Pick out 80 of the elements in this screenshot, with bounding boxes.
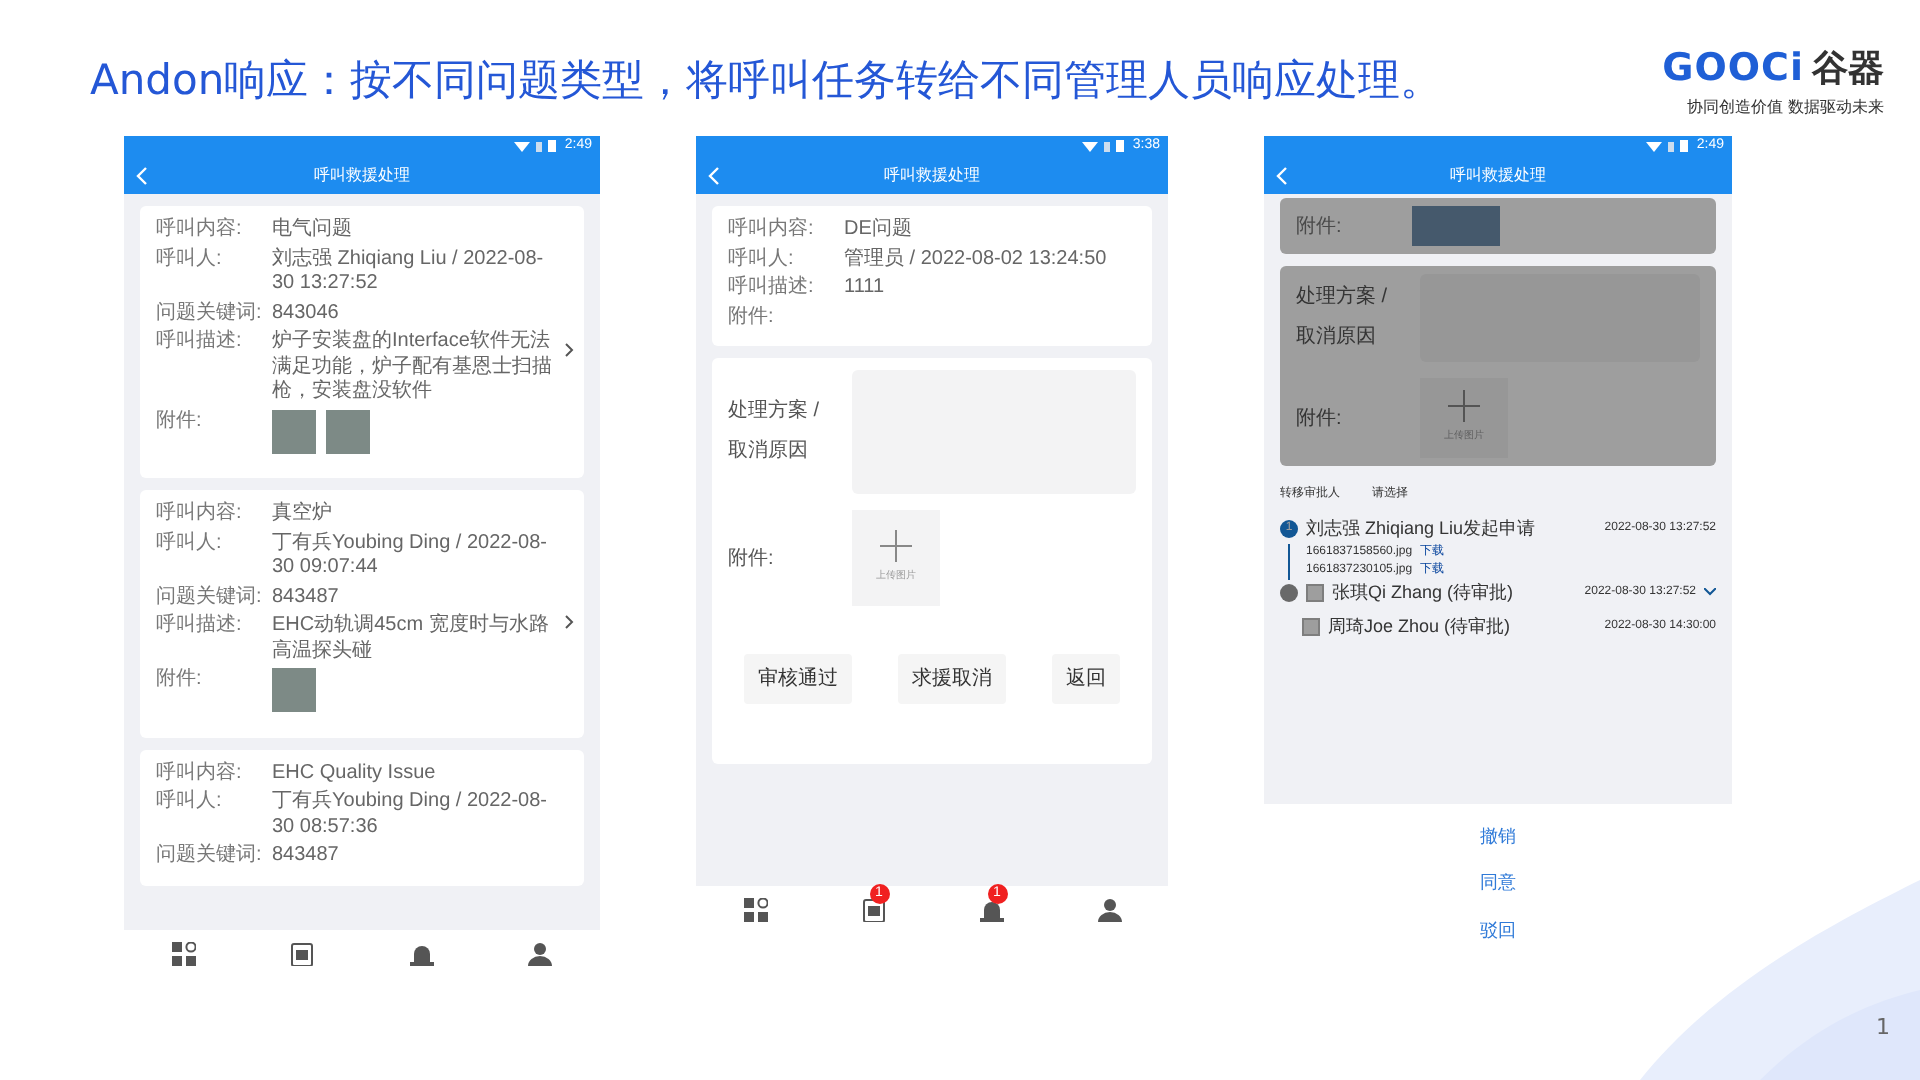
apps-icon[interactable]: [743, 898, 767, 923]
user-icon[interactable]: [1097, 898, 1121, 923]
field-value: 843487: [272, 844, 341, 869]
field-value: DE问题: [844, 218, 914, 243]
status-icons-drawing: [514, 139, 559, 153]
approver-name: 周琦Joe Zhou (待审批): [1328, 614, 1513, 640]
action-button[interactable]: 审核通过: [744, 654, 852, 704]
field-label: 附件:: [156, 668, 204, 694]
sheet-option[interactable]: 同意: [1480, 870, 1516, 897]
field-value: EHC动轨调45cm 宽度时与水路高温探头碰: [272, 614, 551, 664]
field-label: 处理方案 / 取消原因: [728, 397, 822, 466]
field-label: 呼叫描述:: [728, 276, 816, 301]
field-label: 处理方案 / 取消原因: [1296, 283, 1390, 352]
checkbox[interactable]: [1306, 583, 1324, 602]
logo-name: 谷器: [1812, 51, 1884, 87]
plus-icon: [1448, 390, 1480, 423]
logo-wordmark: GOOCi: [1662, 50, 1804, 88]
field-label: 呼叫人:: [156, 247, 224, 273]
apps-icon[interactable]: [171, 942, 196, 967]
slide-title: Andon响应：按不同问题类型，将呼叫任务转给不同管理人员响应处理。: [90, 54, 1443, 108]
field-label: 呼叫内容:: [156, 502, 244, 527]
field-value: 1111: [844, 276, 887, 301]
field-label: 附件:: [1296, 213, 1344, 241]
field-value: 刘志强 Zhiqiang Liu / 2022-08-30 13:27:52: [272, 247, 546, 297]
timeline-title: 刘志强 Zhiqiang Liu发起申请: [1306, 516, 1538, 542]
approver-name: 张琪Qi Zhang (待审批): [1332, 579, 1516, 606]
field-value: 843046: [272, 301, 341, 326]
chevron-down-icon[interactable]: [1704, 588, 1716, 597]
status-icons-drawing: [1082, 139, 1127, 153]
info-card[interactable]: 呼叫内容: 真空炉 呼叫人: 丁有兵Youbing Ding / 2022-08-30 09:07:44 问题关键词: 843487 呼叫描述: EHC动轨调45cm 宽度时与水路高温探头碰 附件:: [140, 490, 584, 737]
info-card[interactable]: 呼叫内容: DE问题 呼叫人: 管理员 / 2022-08-02 13:24:50 呼叫描述: 1111 附件:: [712, 206, 1152, 346]
field-label: 呼叫内容:: [728, 218, 816, 243]
field-value: 真空炉: [272, 502, 334, 527]
field-label: 附件:: [1296, 405, 1344, 433]
field-value: 管理员 / 2022-08-02 13:24:50: [844, 247, 1109, 272]
field-value: 843487: [272, 585, 341, 610]
header-title: 呼叫救援处理: [884, 163, 980, 187]
field-label: 问题关键词:: [156, 844, 264, 869]
field-label: 附件:: [728, 305, 776, 330]
field-label: 呼叫内容:: [156, 218, 244, 243]
chevron-right-icon: [564, 613, 574, 630]
user-icon[interactable]: [528, 942, 553, 967]
checkbox[interactable]: [1302, 618, 1320, 637]
action-button[interactable]: 返回: [1052, 654, 1120, 704]
plus-icon: [880, 530, 912, 563]
header-title: 呼叫救援处理: [1450, 163, 1546, 187]
info-card[interactable]: 呼叫内容: EHC Quality Issue 呼叫人: 丁有兵Youbing Ding / 2022-08-30 08:57:36 问题关键词: 843487: [140, 749, 584, 885]
field-label: 附件:: [156, 409, 204, 435]
photo-placeholder[interactable]: [326, 409, 370, 453]
field-label: 问题关键词:: [156, 585, 264, 610]
bell-icon[interactable]: [979, 898, 1003, 923]
field-label: 呼叫内容:: [156, 761, 244, 786]
status-icons-drawing: [1646, 139, 1691, 153]
field-value: EHC Quality Issue: [272, 761, 438, 786]
sheet-option[interactable]: 驳回: [1480, 917, 1516, 944]
clipboard-icon[interactable]: [861, 898, 885, 923]
photo-placeholder[interactable]: [272, 409, 316, 453]
field-label: 问题关键词:: [156, 301, 264, 326]
field-value: 丁有兵Youbing Ding / 2022-08-30 08:57:36: [272, 790, 549, 840]
field-label: 呼叫描述:: [156, 614, 244, 640]
field-label: 呼叫人:: [728, 247, 796, 272]
field-value: 丁有兵Youbing Ding / 2022-08-30 09:07:44: [272, 531, 549, 581]
page-number: 1: [1876, 1011, 1890, 1043]
back-icon[interactable]: [136, 166, 148, 186]
logo-tagline: 协同创造价值 数据驱动未来: [1686, 96, 1884, 120]
info-card[interactable]: 呼叫内容: 电气问题 呼叫人: 刘志强 Zhiqiang Liu / 2022-08-30 13:27:52 问题关键词: 843046 呼叫描述: 炉子安装盘的Interface软件无法满足功能，炉子配有基恩士扫描枪，安装盘没软件 附件:: [140, 206, 584, 478]
header-title: 呼叫救援处理: [314, 163, 410, 187]
field-label: 附件:: [728, 545, 776, 573]
action-button[interactable]: 求援取消: [898, 654, 1006, 704]
field-label: 呼叫人:: [156, 531, 224, 557]
clipboard-icon[interactable]: [290, 942, 315, 967]
field-value: 电气问题: [272, 218, 354, 243]
field-label: 呼叫人:: [156, 790, 224, 816]
back-icon[interactable]: [1276, 166, 1288, 186]
bell-icon[interactable]: [409, 942, 434, 967]
sheet-option[interactable]: 撤销: [1480, 823, 1516, 850]
back-icon[interactable]: [708, 166, 720, 186]
field-label: 呼叫描述:: [156, 330, 244, 356]
chevron-right-icon: [564, 342, 574, 358]
field-value: 炉子安装盘的Interface软件无法满足功能，炉子配有基恩士扫描枪，安装盘没软件: [272, 330, 554, 405]
